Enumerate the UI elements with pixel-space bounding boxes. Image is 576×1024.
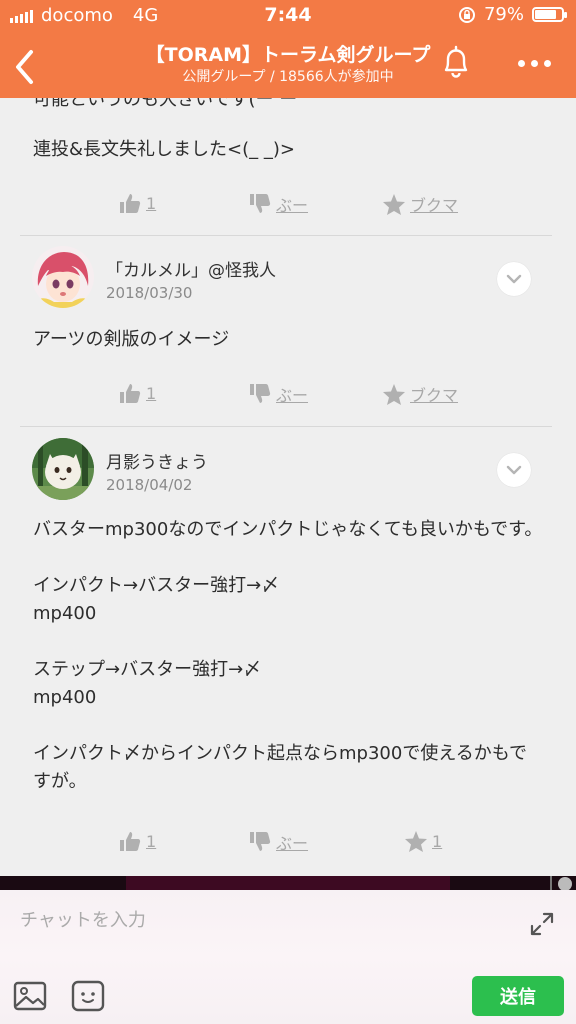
chat-composer: 送信 — [0, 890, 576, 1024]
bell-icon[interactable] — [436, 42, 476, 82]
boo-button[interactable]: ぶー — [248, 382, 308, 406]
star-icon — [405, 831, 427, 852]
group-title: 【TORAM】トーラム剣グループ — [145, 44, 431, 66]
bookmark-button[interactable]: 1 — [404, 830, 442, 853]
post-body: 連投&長文失礼しました<(_ _)> — [33, 139, 295, 160]
post-body: バスターmp300なのでインパクトじゃなくても良いかもです。 インパクト→バスタ… — [33, 519, 543, 792]
post-actions: 1 ぶー 1 — [0, 830, 576, 860]
thumbs-up-icon — [120, 832, 141, 851]
thumbs-up-icon — [120, 384, 141, 403]
battery-percent: 79% — [483, 4, 524, 25]
post-menu-button[interactable] — [497, 453, 531, 487]
thumbs-down-icon — [250, 384, 271, 403]
bookmark-button[interactable]: ブクマ — [382, 192, 458, 216]
star-icon — [383, 193, 405, 215]
boo-label: ぶー — [276, 196, 309, 215]
post-body: アーツの剣版のイメージ — [33, 329, 230, 350]
image-icon[interactable] — [12, 978, 48, 1014]
boo-button[interactable]: ぶー — [248, 830, 308, 854]
banner-strip — [0, 876, 576, 891]
like-button[interactable]: 1 — [118, 192, 156, 214]
bookmark-label: ブクマ — [410, 386, 459, 405]
thumbs-up-icon — [120, 194, 141, 213]
status-bar: docomo 4G 7:44 79% — [0, 0, 576, 32]
bookmark-button[interactable]: ブクマ — [382, 382, 458, 406]
message-feed[interactable]: 可能というのも大きいです(ー ー 連投&長文失礼しました<(_ _)> 1 ぶー… — [0, 98, 576, 876]
like-count: 1 — [146, 193, 157, 213]
author-name[interactable]: 「カルメル」@怪我人 — [106, 256, 276, 281]
divider — [20, 235, 552, 236]
chat-input[interactable] — [20, 902, 490, 938]
chevron-down-icon — [506, 274, 522, 284]
avatar[interactable] — [32, 438, 94, 500]
group-subtitle: 公開グループ / 18566人が参加中 — [182, 69, 394, 85]
post-date: 2018/03/30 — [106, 284, 193, 302]
orientation-lock-icon — [458, 6, 475, 23]
boo-label: ぶー — [276, 834, 309, 853]
battery-icon — [532, 7, 567, 22]
app-header: docomo 4G 7:44 79% 【TORAM】トーラム剣グループ 公開グル… — [0, 0, 576, 98]
send-button[interactable]: 送信 — [472, 976, 564, 1016]
post-actions: 1 ぶー ブクマ — [0, 382, 576, 412]
chevron-left-icon[interactable] — [6, 40, 46, 90]
sticker-icon[interactable] — [70, 978, 106, 1014]
like-count: 1 — [146, 383, 157, 403]
like-button[interactable]: 1 — [118, 830, 156, 852]
post-menu-button[interactable] — [497, 262, 531, 296]
chevron-down-icon — [506, 465, 522, 475]
divider — [20, 426, 552, 427]
bookmark-count: 1 — [432, 832, 443, 851]
avatar[interactable] — [32, 246, 94, 308]
boo-label: ぶー — [276, 386, 309, 405]
navigation-bar: 【TORAM】トーラム剣グループ 公開グループ / 18566人が参加中 — [0, 36, 576, 96]
star-icon — [383, 383, 405, 405]
thumbs-down-icon — [250, 194, 271, 213]
thumbs-down-icon — [250, 832, 271, 851]
post-partial-line: 可能というのも大きいです(ー ー — [33, 98, 298, 110]
post-actions: 1 ぶー ブクマ — [0, 192, 576, 222]
more-dots-icon[interactable] — [512, 48, 556, 78]
like-count: 1 — [146, 831, 157, 851]
boo-button[interactable]: ぶー — [248, 192, 308, 216]
author-name[interactable]: 月影うきょう — [106, 448, 208, 473]
expand-icon[interactable] — [526, 908, 558, 940]
banner-close-icon[interactable] — [558, 877, 572, 891]
post-date: 2018/04/02 — [106, 476, 193, 494]
like-button[interactable]: 1 — [118, 382, 156, 404]
bookmark-label: ブクマ — [410, 196, 459, 215]
